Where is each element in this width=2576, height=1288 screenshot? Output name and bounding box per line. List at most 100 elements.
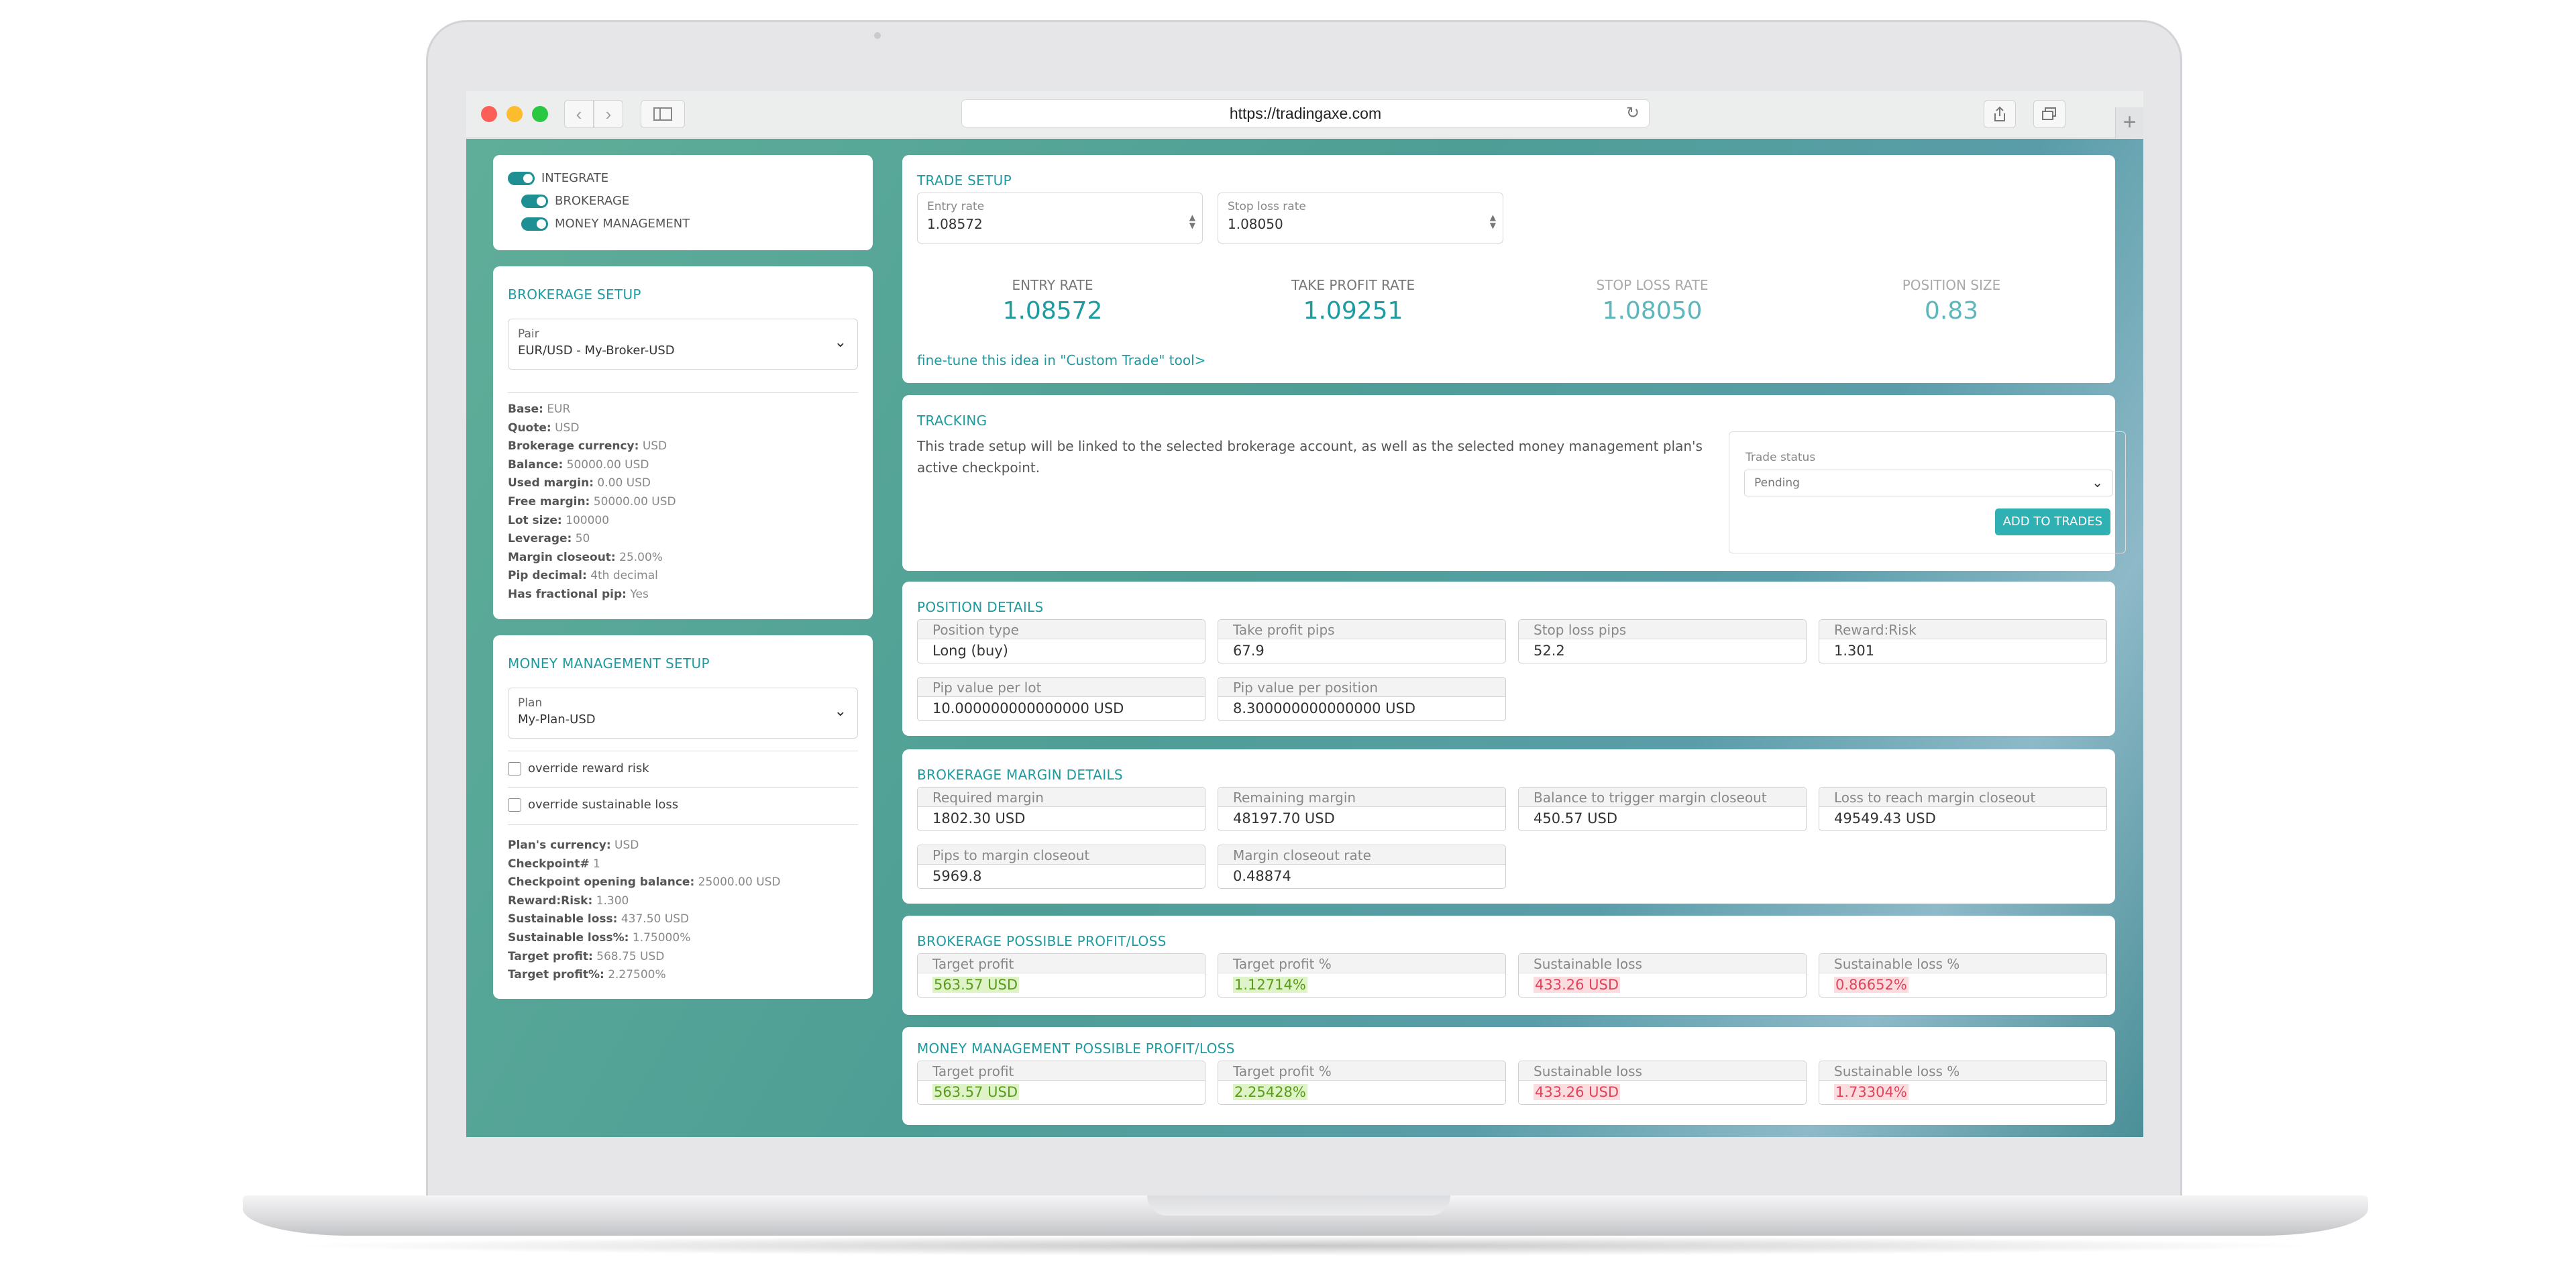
stat-stop-loss-rate: STOP LOSS RATE 1.08050 <box>1596 277 1709 325</box>
chevron-left-icon: ‹ <box>576 104 582 124</box>
select-value: Pending <box>1754 476 1800 490</box>
override-reward-risk-checkbox[interactable]: override reward risk <box>508 761 649 775</box>
detail-row: Pip decimal: 4th decimal <box>508 569 658 583</box>
detail-row: Lot size: 100000 <box>508 513 610 527</box>
new-tab-button[interactable]: + <box>2115 107 2143 138</box>
reload-icon[interactable]: ↻ <box>1626 100 1640 127</box>
back-button[interactable]: ‹ <box>564 100 594 128</box>
select-value: EUR/USD - My-Broker-USD <box>518 343 675 358</box>
add-to-trades-button[interactable]: ADD TO TRADES <box>1994 508 2110 535</box>
position-type-field: Position type Long (buy) <box>917 619 1205 663</box>
target-profit-field: Target profit 563.57 USD <box>917 1061 1205 1105</box>
toggle-switch[interactable] <box>521 217 548 231</box>
laptop-notch <box>1147 1195 1450 1216</box>
card-title: BROKERAGE POSSIBLE PROFIT/LOSS <box>917 933 1167 949</box>
share-button[interactable] <box>1984 100 2016 128</box>
sustainable-loss-percent-field: Sustainable loss % 0.86652% <box>1819 953 2107 998</box>
position-details-card: POSITION DETAILS Position type Long (buy)… <box>902 582 2115 736</box>
spinner-icon[interactable]: ▲ ▼ <box>1490 213 1496 229</box>
trade-setup-card: TRADE SETUP Entry rate 1.08572 ▲ ▼ Stop l… <box>902 155 2115 383</box>
toggle-label: MONEY MANAGEMENT <box>555 217 690 231</box>
target-profit-field: Target profit 563.57 USD <box>917 953 1205 998</box>
money-management-setup-card: MONEY MANAGEMENT SETUP Plan My-Plan-USD … <box>493 635 873 999</box>
toggle-integrate[interactable]: INTEGRATE <box>508 171 608 185</box>
stop-loss-rate-input[interactable]: Stop loss rate 1.08050 ▲ ▼ <box>1218 193 1503 244</box>
brokerage-profit-loss-card: BROKERAGE POSSIBLE PROFIT/LOSS Target pr… <box>902 916 2115 1015</box>
detail-row: Has fractional pip: Yes <box>508 587 649 601</box>
divider <box>508 824 858 825</box>
address-bar[interactable]: https://tradingaxe.com ↻ <box>961 99 1650 127</box>
tracking-description: This trade setup will be linked to the s… <box>917 438 1703 476</box>
card-title: BROKERAGE SETUP <box>508 286 641 303</box>
chevron-right-icon: › <box>605 104 612 124</box>
toggle-brokerage[interactable]: BROKERAGE <box>521 194 629 208</box>
target-profit-percent-field: Target profit % 2.25428% <box>1218 1061 1506 1105</box>
forward-button[interactable]: › <box>594 100 623 128</box>
chevron-down-icon: ⌄ <box>2092 474 2103 490</box>
detail-row: Brokerage currency: USD <box>508 439 667 453</box>
margin-closeout-rate-field: Margin closeout rate 0.48874 <box>1218 845 1506 889</box>
sidebar-toggle-button[interactable] <box>641 100 685 128</box>
card-title: TRACKING <box>917 413 987 429</box>
trade-status-panel: Trade status Pending ⌄ ADD TO TRADES <box>1729 431 2126 553</box>
reward-risk-field: Reward:Risk 1.301 <box>1819 619 2107 663</box>
share-icon <box>1994 106 2005 121</box>
required-margin-field: Required margin 1802.30 USD <box>917 787 1205 831</box>
chevron-down-icon: ⌄ <box>834 703 847 720</box>
pips-to-closeout-field: Pips to margin closeout 5969.8 <box>917 845 1205 889</box>
detail-row: Free margin: 50000.00 USD <box>508 494 676 508</box>
card-title: MONEY MANAGEMENT SETUP <box>508 655 710 672</box>
stop-loss-pips-field: Stop loss pips 52.2 <box>1518 619 1807 663</box>
plan-details: Plan's currency: USD Checkpoint# 1 Check… <box>508 837 858 985</box>
pip-value-per-position-field: Pip value per position 8.300000000000000 … <box>1218 677 1506 721</box>
toggle-switch[interactable] <box>521 194 548 208</box>
browser-toolbar: ‹ › https://tradingaxe.com ↻ + <box>466 91 2143 138</box>
detail-row: Balance: 50000.00 USD <box>508 458 649 472</box>
custom-trade-link[interactable]: fine-tune this idea in "Custom Trade" to… <box>917 352 1205 368</box>
entry-rate-input[interactable]: Entry rate 1.08572 ▲ ▼ <box>917 193 1203 244</box>
card-title: BROKERAGE MARGIN DETAILS <box>917 767 1123 783</box>
maximize-window-button[interactable] <box>532 106 548 122</box>
minimize-window-button[interactable] <box>506 106 523 122</box>
detail-row: Target profit%: 2.27500% <box>508 968 666 982</box>
loss-to-closeout-field: Loss to reach margin closeout 49549.43 US… <box>1819 787 2107 831</box>
sustainable-loss-field: Sustainable loss 433.26 USD <box>1518 1061 1807 1105</box>
chevron-down-icon: ⌄ <box>834 334 847 351</box>
detail-row: Base: EUR <box>508 402 571 416</box>
field-value: 1.08050 <box>1228 216 1283 232</box>
toggle-label: BROKERAGE <box>555 194 630 208</box>
spinner-icon[interactable]: ▲ ▼ <box>1189 213 1195 229</box>
card-title: TRADE SETUP <box>917 172 1012 189</box>
field-value: 1.08572 <box>927 216 983 232</box>
toggle-money-management[interactable]: MONEY MANAGEMENT <box>521 217 690 231</box>
stat-entry-rate: ENTRY RATE 1.08572 <box>1002 277 1103 325</box>
checkbox[interactable] <box>508 798 521 812</box>
pip-value-per-lot-field: Pip value per lot 10.000000000000000 USD <box>917 677 1205 721</box>
detail-row: Margin closeout: 25.00% <box>508 550 663 564</box>
camera-dot <box>874 32 881 39</box>
toggle-switch[interactable] <box>508 171 535 185</box>
override-sustainable-loss-checkbox[interactable]: override sustainable loss <box>508 798 678 812</box>
select-label: Plan <box>518 696 543 710</box>
checkbox[interactable] <box>508 761 521 775</box>
tabs-overview-button[interactable] <box>2033 100 2065 128</box>
toggle-label: INTEGRATE <box>541 171 609 185</box>
trade-status-select[interactable]: Pending ⌄ <box>1744 470 2113 496</box>
detail-row: Target profit: 568.75 USD <box>508 949 665 963</box>
brokerage-margin-card: BROKERAGE MARGIN DETAILS Required margin… <box>902 749 2115 904</box>
pair-select[interactable]: Pair EUR/USD - My-Broker-USD ⌄ <box>508 319 858 370</box>
plan-select[interactable]: Plan My-Plan-USD ⌄ <box>508 688 858 739</box>
detail-row: Checkpoint opening balance: 25000.00 USD <box>508 875 781 890</box>
url-text: https://tradingaxe.com <box>1229 105 1382 122</box>
app-screen: INTEGRATE BROKERAGE MONEY MANAGEMENT BRO… <box>466 139 2143 1137</box>
detail-row: Reward:Risk: 1.300 <box>508 894 629 908</box>
detail-row: Quote: USD <box>508 421 580 435</box>
select-label: Pair <box>518 327 539 341</box>
take-profit-pips-field: Take profit pips 67.9 <box>1218 619 1506 663</box>
status-label: Trade status <box>1746 451 1816 464</box>
stat-position-size: POSITION SIZE 0.83 <box>1902 277 2001 325</box>
integrate-card: INTEGRATE BROKERAGE MONEY MANAGEMENT <box>493 155 873 250</box>
target-profit-percent-field: Target profit % 1.12714% <box>1218 953 1506 998</box>
detail-row: Sustainable loss%: 1.75000% <box>508 930 691 945</box>
close-window-button[interactable] <box>481 106 497 122</box>
